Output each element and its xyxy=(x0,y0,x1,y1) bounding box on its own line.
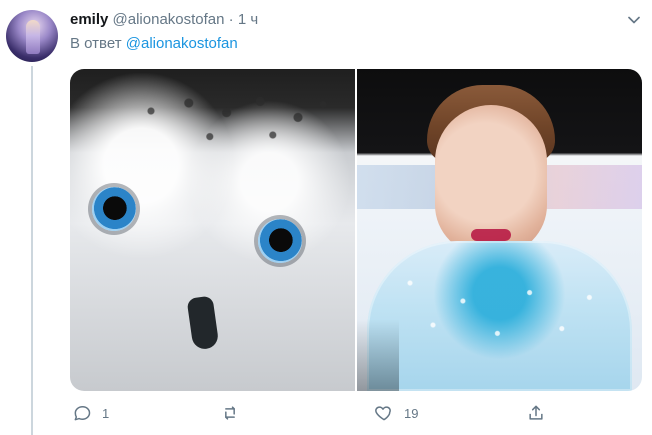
reply-to: В ответ @alionakostofan xyxy=(70,34,238,54)
photo-owl[interactable] xyxy=(70,69,355,391)
separator-dot: · xyxy=(228,11,234,28)
tweet-actions: 1 19 xyxy=(70,400,642,426)
share-icon xyxy=(529,405,543,420)
owl-eye-right xyxy=(258,219,302,263)
media-grid[interactable] xyxy=(70,69,642,391)
display-name[interactable]: emily xyxy=(70,11,108,28)
reply-button[interactable]: 1 xyxy=(72,400,109,426)
photo-skater[interactable] xyxy=(357,69,642,391)
share-button[interactable] xyxy=(526,400,546,426)
timestamp[interactable]: 1 ч xyxy=(238,11,258,28)
owl-beak xyxy=(186,295,220,351)
reply-count: 1 xyxy=(102,405,110,421)
avatar-figure xyxy=(26,20,40,54)
tweet-header: emily @alionakostofan · 1 ч xyxy=(70,10,258,30)
retweet-icon xyxy=(225,406,235,420)
reply-handle-link[interactable]: @alionakostofan xyxy=(126,35,238,52)
retweet-button[interactable] xyxy=(220,400,250,426)
skater-lips xyxy=(471,229,511,241)
reply-icon xyxy=(74,406,91,421)
handle[interactable]: @alionakostofan xyxy=(113,11,225,28)
like-icon xyxy=(375,406,391,421)
owl-eye-left xyxy=(92,187,136,231)
avatar[interactable] xyxy=(6,10,58,62)
owl-feather-spots xyxy=(130,87,340,167)
chevron-down-icon[interactable] xyxy=(624,10,644,30)
dress-sparkles xyxy=(387,259,617,379)
thread-line xyxy=(31,66,33,435)
photo-shadow xyxy=(357,319,399,391)
like-count: 19 xyxy=(404,405,419,421)
reply-prefix: В ответ xyxy=(70,35,122,52)
like-button[interactable]: 19 xyxy=(374,400,418,426)
